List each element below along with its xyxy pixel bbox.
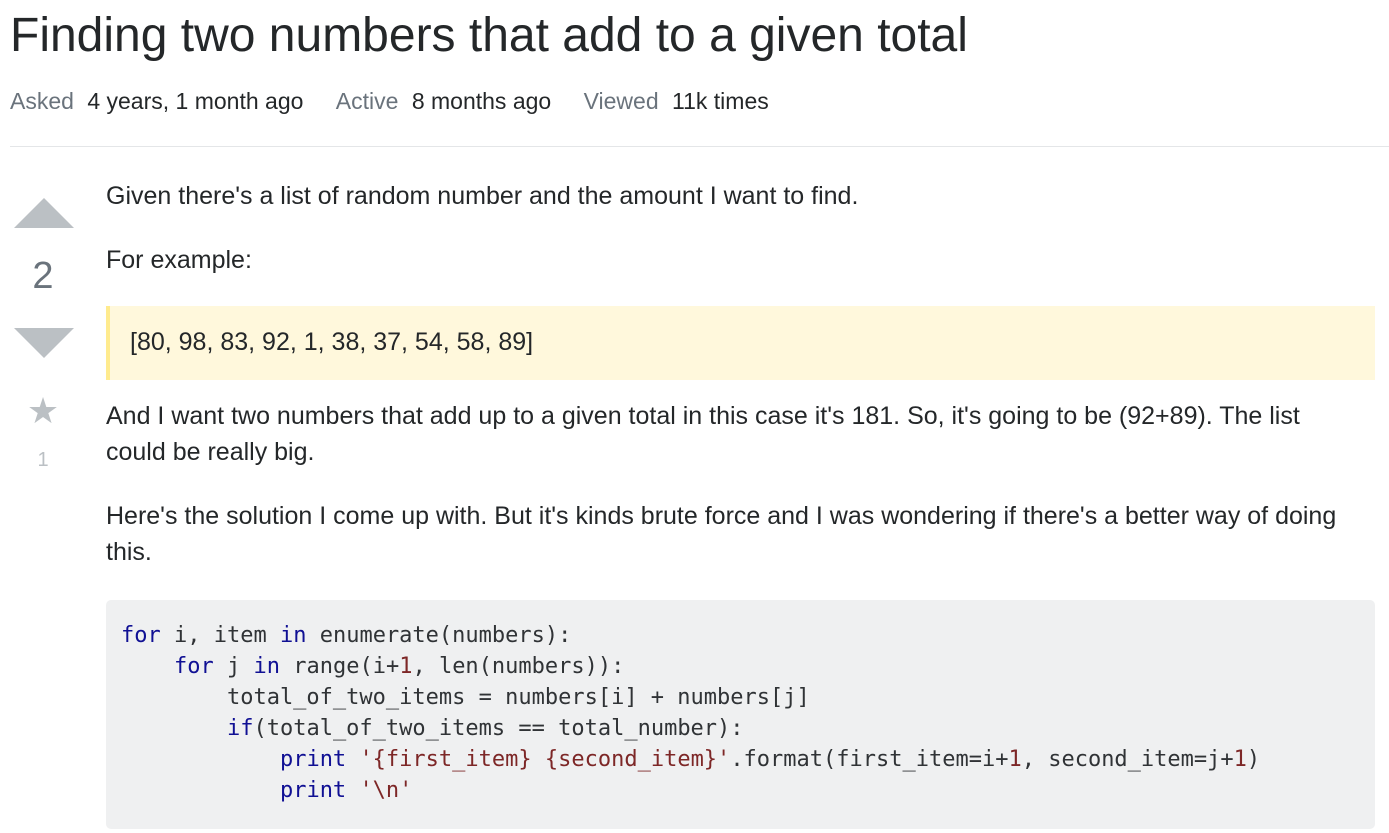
blockquote-text: [80, 98, 83, 92, 1, 38, 37, 54, 58, 89] bbox=[130, 328, 534, 356]
body-paragraph-4: Here's the solution I come up with. But … bbox=[106, 502, 1337, 566]
asked-label: Asked bbox=[10, 88, 74, 114]
code-token: , len(numbers)): bbox=[412, 654, 625, 679]
upvote-triangle-icon[interactable] bbox=[14, 198, 74, 228]
code-line: total_of_two_items = numbers[i] + number… bbox=[121, 682, 1360, 713]
viewed-label: Viewed bbox=[583, 88, 659, 114]
code-token: total_of_two_items = numbers[i] + number… bbox=[121, 685, 810, 710]
code-line: if(total_of_two_items == total_number): bbox=[121, 713, 1360, 744]
code-token: print bbox=[279, 747, 347, 772]
body-paragraph-2: For example: bbox=[106, 246, 252, 274]
code-token: 1 bbox=[399, 654, 413, 679]
viewed-value: 11k times bbox=[672, 88, 769, 114]
code-token: '\n' bbox=[359, 778, 413, 803]
code-line: print '{first_item} {second_item}'.forma… bbox=[121, 744, 1360, 775]
favorite-star-icon[interactable]: ★ bbox=[10, 390, 76, 432]
code-line: print '\n' bbox=[121, 775, 1360, 806]
code-token: if bbox=[226, 716, 254, 741]
code-token: print bbox=[279, 778, 347, 803]
code-token: in bbox=[253, 654, 280, 679]
body-paragraph-3: And I want two numbers that add up to a … bbox=[106, 402, 1300, 466]
blockquote: [80, 98, 83, 92, 1, 38, 37, 54, 58, 89] bbox=[106, 306, 1375, 380]
code-token: in bbox=[279, 623, 307, 648]
code-token: enumerate(numbers): bbox=[306, 623, 572, 648]
active-label: Active bbox=[335, 88, 399, 114]
code-token: for bbox=[173, 654, 214, 679]
vote-count: 2 bbox=[32, 255, 54, 297]
code-line: for i, item in enumerate(numbers): bbox=[121, 620, 1360, 651]
asked-info: Asked 4 years, 1 month ago bbox=[10, 86, 303, 116]
code-line: for j in range(i+1, len(numbers)): bbox=[121, 651, 1360, 682]
code-token: range(i+ bbox=[279, 654, 400, 679]
code-token: 1 bbox=[1233, 747, 1247, 772]
code-token: '{first_item} {second_item}' bbox=[359, 747, 731, 772]
viewed-info: Viewed 11k times bbox=[584, 86, 769, 116]
active-info: Active 8 months ago bbox=[336, 86, 551, 116]
code-token: i, item bbox=[160, 623, 280, 648]
question-title[interactable]: Finding two numbers that add to a given … bbox=[10, 6, 968, 66]
code-token: (total_of_two_items == total_number): bbox=[253, 716, 744, 741]
asked-value: 4 years, 1 month ago bbox=[87, 88, 304, 114]
active-value[interactable]: 8 months ago bbox=[412, 88, 551, 114]
header-divider bbox=[10, 146, 1389, 147]
code-token: 1 bbox=[1008, 747, 1022, 772]
code-block: for i, item in enumerate(numbers): for j… bbox=[106, 600, 1375, 829]
code-token: j bbox=[213, 654, 254, 679]
favorite-count: 1 bbox=[37, 449, 49, 471]
question-meta: Asked 4 years, 1 month ago Active 8 mont… bbox=[10, 86, 795, 116]
code-token: , second_item=j+ bbox=[1021, 747, 1234, 772]
code-token: for bbox=[121, 623, 161, 648]
code-token: ) bbox=[1246, 747, 1261, 772]
downvote-triangle-icon[interactable] bbox=[14, 328, 74, 358]
body-paragraph-1: Given there's a list of random number an… bbox=[106, 182, 859, 210]
code-token: .format(first_item=i+ bbox=[730, 747, 1009, 772]
